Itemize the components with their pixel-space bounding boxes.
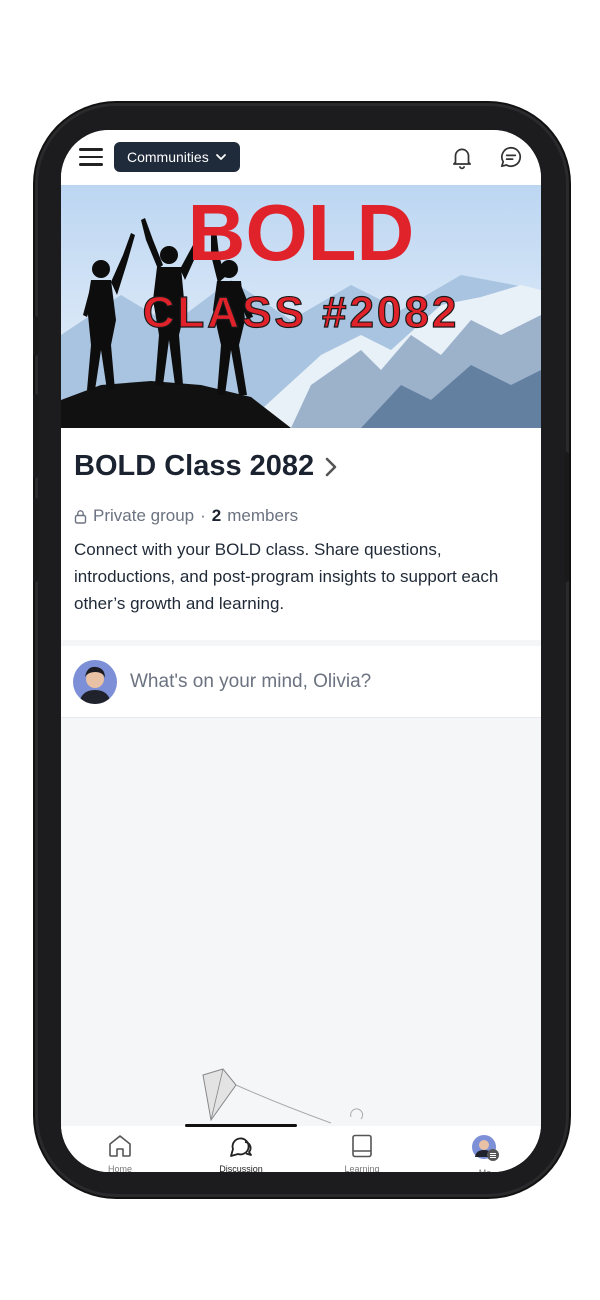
group-description: Connect with your BOLD class. Share ques… [74, 540, 499, 613]
banner-title-text: BOLD [188, 188, 415, 277]
bottom-nav: Home Discussion Learning [61, 1126, 541, 1172]
communities-dropdown[interactable]: Communities [114, 142, 240, 172]
volume-down-button [33, 498, 38, 582]
nav-learning-label: Learning [344, 1164, 380, 1172]
nav-discussion-label: Discussion [219, 1164, 263, 1172]
nav-discussion[interactable]: Discussion [201, 1134, 281, 1172]
nav-me[interactable]: Me [445, 1134, 525, 1172]
chevron-down-icon [215, 154, 226, 160]
privacy-label: Private group [93, 506, 195, 525]
mute-switch [33, 316, 38, 356]
menu-icon[interactable] [79, 148, 103, 168]
banner-image: BOLD CLASS #2082 [61, 185, 541, 428]
meta-separator: · [200, 506, 206, 525]
bell-icon[interactable] [449, 144, 475, 170]
top-bar: Communities [61, 130, 541, 185]
chevron-right-icon [325, 457, 337, 476]
nav-me-label: Me [445, 1168, 525, 1172]
avatar [472, 1135, 499, 1161]
home-icon [109, 1135, 131, 1157]
nav-learning[interactable]: Learning [322, 1134, 402, 1172]
banner-subtitle-text: CLASS #2082 [143, 288, 460, 337]
avatar [73, 660, 117, 704]
group-info-card: BOLD Class 2082 Private group · 2 member… [61, 428, 541, 640]
group-banner: BOLD CLASS #2082 [61, 185, 541, 428]
post-composer[interactable]: What's on your mind, Olivia? [61, 646, 541, 718]
members-label: members [227, 506, 299, 525]
group-title: BOLD Class 2082 [74, 450, 315, 482]
group-title-link[interactable]: BOLD Class 2082 [74, 450, 338, 483]
nav-home-label: Home [107, 1164, 132, 1172]
lock-icon [74, 509, 87, 524]
communities-label: Communities [127, 149, 209, 165]
composer-placeholder: What's on your mind, Olivia? [130, 671, 372, 692]
kite-illustration [202, 1068, 364, 1124]
chat-icon[interactable] [498, 144, 524, 170]
app-screen: Communities BOLD CLASS #2082 BOLD Class … [61, 130, 541, 1172]
nav-home[interactable]: Home [80, 1134, 160, 1172]
group-meta: Private group · 2 members [74, 506, 298, 526]
active-tab-indicator [185, 1124, 297, 1127]
discussion-icon [230, 1137, 252, 1157]
book-icon [352, 1134, 372, 1158]
power-button [564, 452, 569, 582]
volume-up-button [33, 394, 38, 478]
member-count: 2 [211, 506, 222, 525]
